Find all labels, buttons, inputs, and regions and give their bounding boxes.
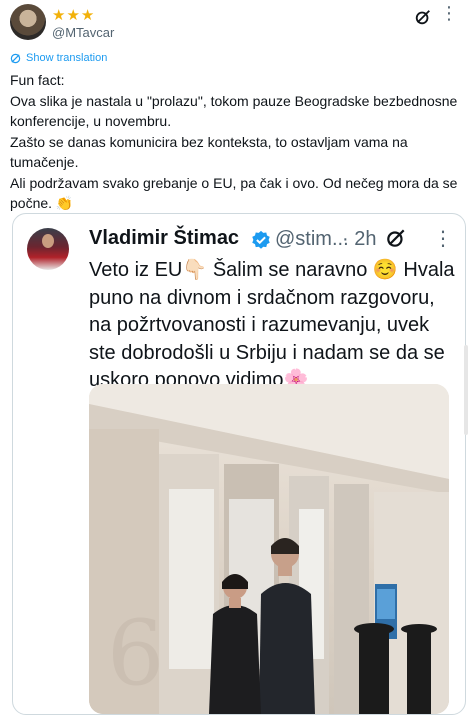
tweet-header: ★★★ @MTavcar ⋮ [10,4,458,44]
show-translation-label: Show translation [26,52,108,64]
tweet-photo[interactable]: 6 [89,384,449,714]
translate-icon [10,53,21,63]
author-name[interactable]: ★★★ [52,6,95,24]
more-icon[interactable]: ⋮ [440,4,458,22]
show-translation-link[interactable]: Show translation [10,52,107,64]
grok-icon[interactable] [414,8,432,26]
quoted-author-handle[interactable]: @stim... [275,228,349,251]
quoted-author-name[interactable]: Vladimir Štimac [89,227,239,250]
avatar[interactable] [10,4,46,40]
verified-icon [252,230,270,249]
grok-icon[interactable] [385,227,407,249]
photo-scene: 6 [89,384,449,714]
more-icon[interactable]: ⋮ [433,226,453,251]
quoted-tweet-text: Veto iz EU👇🏻 Šalim se naravno ☺️ Hvala p… [89,259,455,391]
author-handle[interactable]: @MTavcar [52,25,114,40]
tweet-text: Fun fact: Ova slika je nastala u "prolaz… [10,72,458,211]
scrollbar[interactable] [464,345,468,435]
quoted-avatar[interactable] [27,228,69,270]
photo-number: 6 [107,601,164,706]
quoted-timestamp[interactable]: · 2h [342,228,376,251]
quoted-tweet[interactable]: Vladimir Štimac @stim... · 2h ⋮ Veto iz … [12,213,466,715]
